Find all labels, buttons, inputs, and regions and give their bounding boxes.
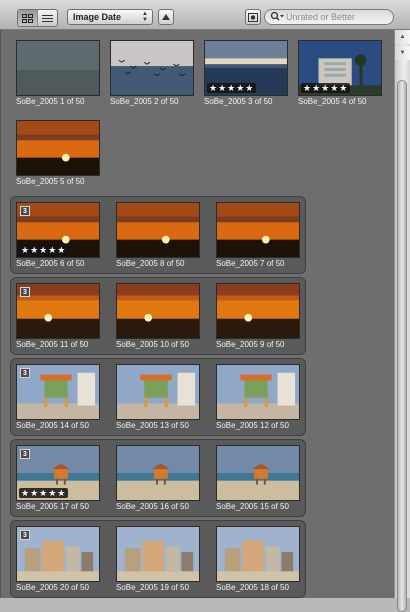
photo-thumbnail[interactable] xyxy=(116,526,200,582)
photo-image xyxy=(117,527,199,581)
photo-image xyxy=(217,527,299,581)
vertical-scrollbar[interactable]: ▲ ▼ xyxy=(394,30,410,612)
sort-by-popup[interactable]: Image Date ▲ ▼ xyxy=(67,9,153,25)
thumbnail-caption: SoBe_2005 5 of 50 xyxy=(16,177,85,186)
thumbnail-caption: SoBe_2005 20 of 50 xyxy=(16,583,89,592)
thumbnail-caption: SoBe_2005 18 of 50 xyxy=(216,583,289,592)
thumbnail-caption: SoBe_2005 12 of 50 xyxy=(216,421,289,430)
rating-stars: ★★★★★ xyxy=(207,83,257,93)
photo-thumbnail[interactable]: 3 xyxy=(16,283,100,339)
thumbnail-caption: SoBe_2005 3 of 50 xyxy=(204,97,273,106)
photo-thumbnail[interactable]: 3 xyxy=(16,364,100,420)
filter-menu-icon xyxy=(248,12,258,22)
scroll-up-icon: ▲ xyxy=(399,34,406,40)
thumbnail-caption: SoBe_2005 6 of 50 xyxy=(16,259,85,268)
stack-count-badge[interactable]: 3 xyxy=(20,206,30,216)
image-browser: SoBe_2005 1 of 50 SoBe_2005 2 of 50 ★★★★… xyxy=(0,30,394,598)
photo-thumbnail[interactable]: 3 ★★★★★ xyxy=(16,202,100,258)
popup-arrows-icon: ▲ ▼ xyxy=(142,11,148,23)
thumbnail-caption: SoBe_2005 17 of 50 xyxy=(16,502,89,511)
thumbnail-caption: SoBe_2005 9 of 50 xyxy=(216,340,285,349)
rating-stars: ★★★★★ xyxy=(301,83,351,93)
search-icon xyxy=(270,11,284,26)
photo-thumbnail[interactable] xyxy=(216,526,300,582)
photo-thumbnail[interactable]: ★★★★★ xyxy=(204,40,288,96)
photo-image xyxy=(217,446,299,500)
thumbnail-caption: SoBe_2005 15 of 50 xyxy=(216,502,289,511)
photo-thumbnail[interactable]: 3 xyxy=(16,526,100,582)
thumbnail-caption: SoBe_2005 8 of 50 xyxy=(116,259,185,268)
photo-image xyxy=(217,203,299,257)
thumbnail-caption: SoBe_2005 13 of 50 xyxy=(116,421,189,430)
thumbnail-caption: SoBe_2005 7 of 50 xyxy=(216,259,285,268)
photo-thumbnail[interactable]: 3 ★★★★★ xyxy=(16,445,100,501)
photo-thumbnail[interactable] xyxy=(216,445,300,501)
photo-image xyxy=(17,121,99,175)
photo-thumbnail[interactable] xyxy=(116,445,200,501)
photo-thumbnail[interactable] xyxy=(116,364,200,420)
scrollbar-thumb[interactable] xyxy=(397,80,407,612)
photo-thumbnail[interactable] xyxy=(116,283,200,339)
photo-thumbnail[interactable] xyxy=(216,364,300,420)
scroll-down-icon: ▼ xyxy=(399,50,406,56)
photo-image xyxy=(217,365,299,419)
photo-image xyxy=(17,41,99,95)
photo-thumbnail[interactable] xyxy=(16,40,100,96)
thumbnail-caption: SoBe_2005 1 of 50 xyxy=(16,97,85,106)
photo-image xyxy=(111,41,193,95)
photo-thumbnail[interactable]: ★★★★★ xyxy=(298,40,382,96)
stack-count-badge[interactable]: 3 xyxy=(20,287,30,297)
thumbnail-caption: SoBe_2005 10 of 50 xyxy=(116,340,189,349)
photo-thumbnail[interactable] xyxy=(216,202,300,258)
grid-view-button[interactable] xyxy=(18,10,37,26)
list-view-icon xyxy=(42,14,53,22)
search-placeholder: Unrated or Better xyxy=(286,12,356,22)
sort-ascending-icon xyxy=(162,13,170,20)
thumbnail-caption: SoBe_2005 14 of 50 xyxy=(16,421,89,430)
stack-count-badge[interactable]: 3 xyxy=(20,449,30,459)
photo-image xyxy=(117,365,199,419)
photo-thumbnail[interactable] xyxy=(116,202,200,258)
list-view-button[interactable] xyxy=(37,10,57,26)
stack-count-badge[interactable]: 3 xyxy=(20,530,30,540)
grid-view-icon xyxy=(22,13,33,23)
browser-toolbar: Image Date ▲ ▼ Unrated or Better xyxy=(0,0,410,30)
rating-stars: ★★★★★ xyxy=(19,488,69,498)
thumbnail-caption: SoBe_2005 4 of 50 xyxy=(298,97,367,106)
photo-image xyxy=(117,446,199,500)
photo-thumbnail[interactable] xyxy=(216,283,300,339)
photo-image xyxy=(217,284,299,338)
photo-image xyxy=(117,203,199,257)
thumbnail-caption: SoBe_2005 16 of 50 xyxy=(116,502,189,511)
scroll-down-button[interactable]: ▼ xyxy=(395,46,410,60)
view-mode-switch xyxy=(17,9,58,27)
thumbnail-caption: SoBe_2005 19 of 50 xyxy=(116,583,189,592)
sort-direction-button[interactable] xyxy=(158,9,174,25)
rating-filter-search[interactable]: Unrated or Better xyxy=(264,9,394,25)
sort-by-label: Image Date xyxy=(73,12,122,22)
photo-thumbnail[interactable] xyxy=(110,40,194,96)
filter-menu-button[interactable] xyxy=(245,9,261,25)
stack-count-badge[interactable]: 3 xyxy=(20,368,30,378)
rating-stars: ★★★★★ xyxy=(19,245,69,255)
thumbnail-caption: SoBe_2005 11 of 50 xyxy=(16,340,89,349)
photo-image xyxy=(117,284,199,338)
scroll-up-button[interactable]: ▲ xyxy=(395,30,410,44)
photo-thumbnail[interactable] xyxy=(16,120,100,176)
thumbnail-caption: SoBe_2005 2 of 50 xyxy=(110,97,179,106)
